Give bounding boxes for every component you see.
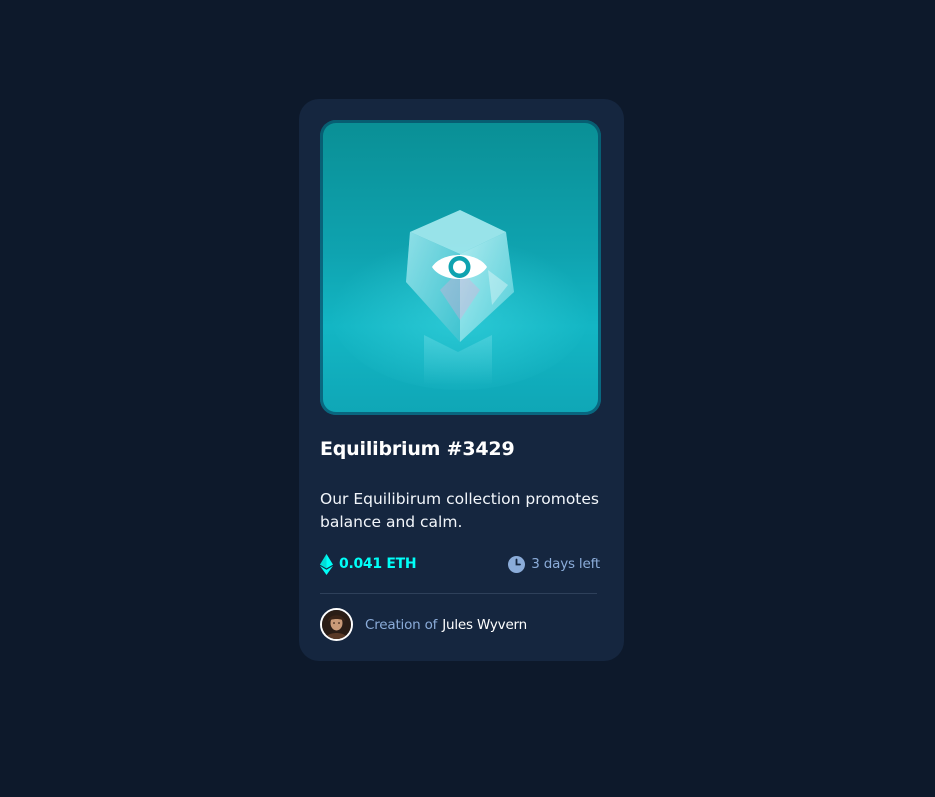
nft-description: Our Equilibirum collection promotes bala… [320,490,599,531]
nft-title[interactable]: Equilibrium #3429 [320,438,515,460]
creator-prefix: Creation of [365,616,438,633]
nft-image[interactable] [320,120,601,415]
price-value: 0.041 ETH [339,556,417,572]
creator-text: Creation of Jules Wyvern [365,617,527,633]
creator-row: Creation of Jules Wyvern [320,608,527,641]
time-left: 3 days left [508,553,600,575]
clock-icon [508,555,526,573]
divider [320,593,597,594]
nft-card: Equilibrium #3429 Our Equilibirum collec… [299,99,624,661]
ethereum-icon [320,553,333,575]
creator-name-link[interactable]: Jules Wyvern [442,617,527,633]
price: 0.041 ETH [320,553,417,575]
time-left-value: 3 days left [531,556,600,572]
avatar [320,608,353,641]
